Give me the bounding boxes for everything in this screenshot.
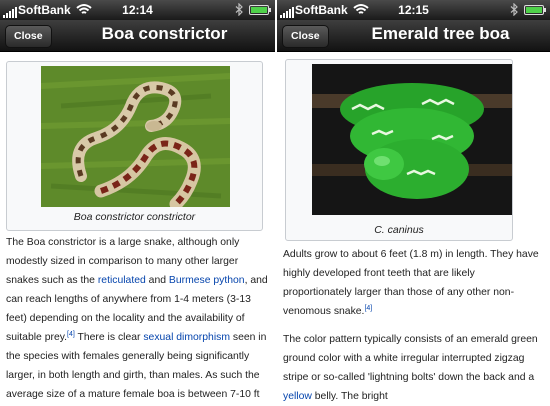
article-content[interactable]: Boa constrictor constrictor The Boa cons…: [0, 53, 275, 406]
article-body: Adults grow to about 6 feet (1.8 m) in l…: [283, 245, 546, 406]
text-run: Adults grow to about 6 feet (1.8 m) in l…: [283, 249, 539, 317]
clock: 12:14: [122, 3, 153, 17]
article-content[interactable]: C. caninus Adults grow to about 6 feet (…: [277, 53, 550, 406]
reference-link[interactable]: [4]: [364, 305, 372, 312]
paragraph: The color pattern typically consists of …: [283, 330, 546, 406]
page-title: Boa constrictor: [101, 24, 228, 43]
image-figure: Boa constrictor constrictor: [6, 61, 263, 231]
bluetooth-icon: [235, 3, 243, 16]
text-run: There is clear: [74, 332, 144, 343]
text-run: and: [145, 275, 169, 286]
battery-icon: [249, 5, 271, 15]
left-phone-screen: SoftBank 12:14 Close Boa constrictor Boa…: [0, 0, 275, 406]
emerald-tree-boa-photo[interactable]: [312, 64, 512, 215]
text-run: The color pattern typically consists of …: [283, 334, 538, 383]
close-button[interactable]: Close: [282, 25, 329, 48]
link-reticulated[interactable]: reticulated: [98, 275, 146, 286]
status-bar: SoftBank 12:15: [277, 0, 550, 20]
image-caption: C. caninus: [374, 224, 424, 236]
paragraph: The Boa constrictor is a large snake, al…: [6, 233, 271, 404]
article-body: The Boa constrictor is a large snake, al…: [6, 233, 271, 406]
paragraph: Adults grow to about 6 feet (1.8 m) in l…: [283, 245, 546, 321]
text-run: belly. The bright: [311, 391, 388, 402]
close-button[interactable]: Close: [5, 25, 52, 48]
bluetooth-icon: [510, 3, 518, 16]
nav-bar: Close Emerald tree boa: [277, 20, 550, 52]
battery-icon: [524, 5, 546, 15]
reference-link[interactable]: [4]: [67, 331, 75, 338]
image-figure: C. caninus: [285, 59, 513, 241]
status-bar: SoftBank 12:14: [0, 0, 275, 20]
link-yellow[interactable]: yellow: [283, 391, 312, 402]
boa-constrictor-photo[interactable]: [41, 66, 230, 207]
link-sexual-dimorphism[interactable]: sexual dimorphism: [143, 332, 230, 343]
image-caption: Boa constrictor constrictor: [73, 211, 196, 223]
nav-bar: Close Boa constrictor: [0, 20, 275, 52]
right-phone-screen: SoftBank 12:15 Close Emerald tree boa C.…: [277, 0, 550, 406]
link-burmese-python[interactable]: Burmese python: [169, 275, 245, 286]
page-title: Emerald tree boa: [371, 24, 510, 43]
